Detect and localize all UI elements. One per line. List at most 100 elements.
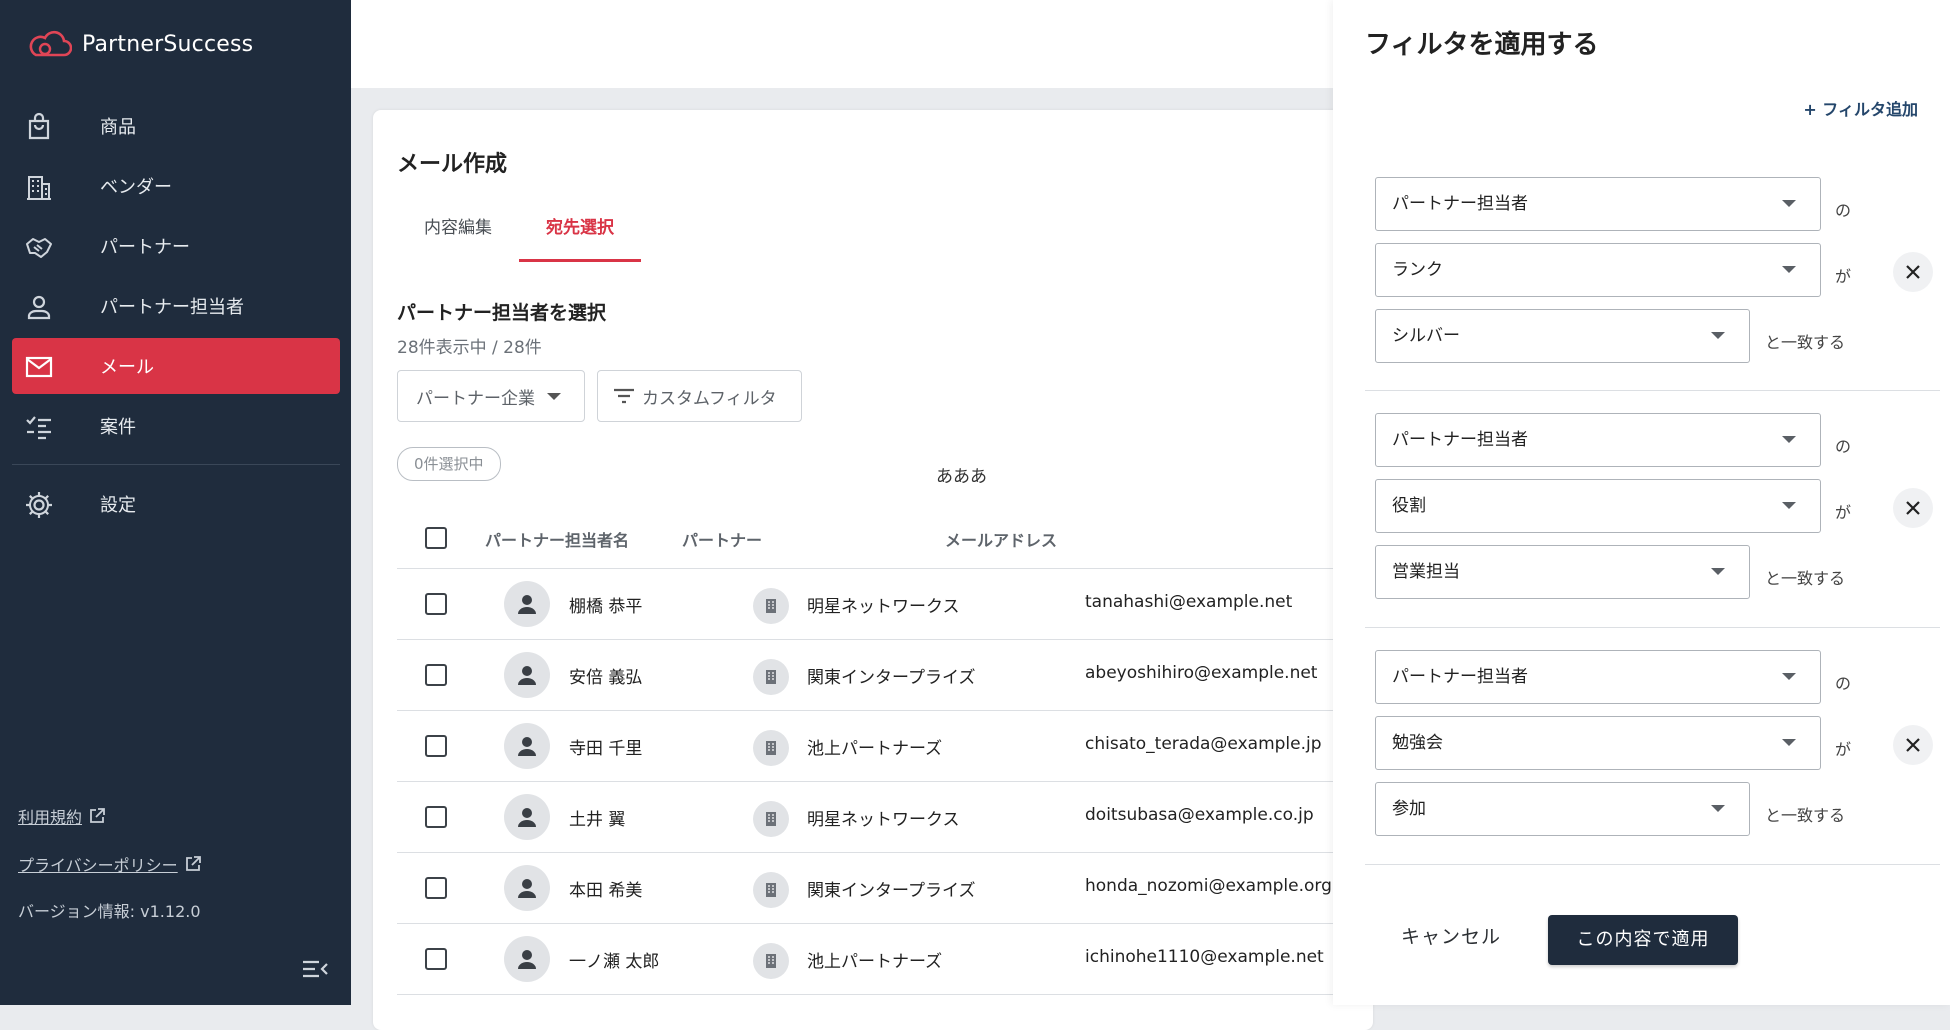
table-row[interactable]: 土井 翼 明星ネットワークス doitsubasa@example.co.jp — [397, 782, 1373, 853]
caret-down-icon — [1782, 673, 1796, 680]
note-text: あああ — [936, 467, 987, 487]
person-icon — [518, 879, 536, 898]
tab-bar: 内容編集 宛先選択 — [397, 202, 641, 262]
entity-select-value: パートナー担当者 — [1392, 194, 1528, 214]
connector-ga: が — [1835, 503, 1852, 522]
row-checkbox[interactable] — [425, 806, 447, 828]
contact-name: 土井 翼 — [569, 810, 626, 830]
value-select[interactable]: 営業担当 — [1375, 545, 1750, 599]
tab-recipient-select[interactable]: 宛先選択 — [519, 202, 641, 262]
row-checkbox[interactable] — [425, 877, 447, 899]
sidebar-nav: 商品 ベンダー パートナー パートナー担当者 メール 案件 — [12, 98, 340, 458]
email-address: doitsubasa@example.co.jp — [1085, 805, 1314, 825]
external-link-icon — [185, 856, 201, 871]
company-icon — [753, 872, 789, 908]
remove-filter-button[interactable] — [1893, 725, 1933, 765]
caret-down-icon — [1711, 332, 1725, 339]
table-row[interactable]: 安倍 義弘 関東インタープライズ abeyoshihiro@example.ne… — [397, 640, 1373, 711]
sidebar-item-label: ベンダー — [100, 177, 172, 198]
field-select-value: 勉強会 — [1392, 733, 1443, 753]
sidebar-item-products[interactable]: 商品 — [12, 98, 340, 154]
table-row[interactable]: 棚橋 恭平 明星ネットワークス tanahashi@example.net — [397, 569, 1373, 640]
sidebar-item-vendors[interactable]: ベンダー — [12, 158, 340, 214]
section-title: パートナー担当者を選択 — [397, 302, 607, 324]
field-select[interactable]: ランク — [1375, 243, 1821, 297]
sidebar-item-label: 設定 — [100, 495, 136, 516]
entity-select[interactable]: パートナー担当者 — [1375, 650, 1821, 704]
sidebar-item-mail[interactable]: メール — [12, 338, 340, 394]
field-select[interactable]: 役割 — [1375, 479, 1821, 533]
avatar — [504, 723, 550, 769]
custom-filter-button[interactable]: カスタムフィルタ — [597, 370, 802, 422]
company-icon — [753, 588, 789, 624]
version-info: バージョン情報: v1.12.0 — [18, 902, 201, 921]
tab-content-edit[interactable]: 内容編集 — [397, 202, 519, 262]
row-checkbox[interactable] — [425, 735, 447, 757]
apply-button[interactable]: この内容で適用 — [1548, 915, 1738, 965]
company-icon — [753, 730, 789, 766]
remove-filter-button[interactable] — [1893, 488, 1933, 528]
entity-select-value: パートナー担当者 — [1392, 430, 1528, 450]
field-select-value: 役割 — [1392, 496, 1426, 516]
avatar — [504, 581, 550, 627]
entity-select[interactable]: パートナー担当者 — [1375, 177, 1821, 231]
partner-name: 関東インタープライズ — [807, 668, 976, 688]
sidebar-item-label: 商品 — [100, 117, 136, 138]
person-icon — [518, 737, 536, 756]
table-row[interactable]: 一ノ瀬 太郎 池上パートナーズ ichinohe1110@example.net — [397, 924, 1373, 995]
sidebar-item-partners[interactable]: パートナー — [12, 218, 340, 274]
caret-down-icon — [1782, 266, 1796, 273]
table-row[interactable]: 本田 希美 関東インタープライズ honda_nozomi@example.or… — [397, 853, 1373, 924]
connector-match: と一致する — [1765, 806, 1846, 825]
filter-group: パートナー担当者 の 役割 が 営業担当 と一致する — [1365, 413, 1940, 649]
value-select[interactable]: シルバー — [1375, 309, 1750, 363]
select-all-checkbox[interactable] — [425, 527, 447, 549]
person-icon — [24, 292, 54, 322]
value-select[interactable]: 参加 — [1375, 782, 1750, 836]
partner-name: 関東インタープライズ — [807, 881, 976, 901]
sidebar-item-label: パートナー担当者 — [100, 297, 244, 318]
row-checkbox[interactable] — [425, 948, 447, 970]
sidebar-item-settings[interactable]: 設定 — [12, 476, 340, 532]
cancel-button[interactable]: キャンセル — [1401, 922, 1501, 949]
contact-name: 寺田 千里 — [569, 739, 643, 759]
email-address: tanahashi@example.net — [1085, 592, 1293, 612]
company-icon — [753, 659, 789, 695]
add-filter-button[interactable]: + フィルタ追加 — [1803, 96, 1918, 120]
building-icon — [766, 670, 776, 684]
avatar — [504, 865, 550, 911]
collapse-menu-icon — [303, 960, 328, 978]
person-icon — [518, 666, 536, 685]
table-row[interactable]: 寺田 千里 池上パートナーズ chisato_terada@example.jp — [397, 711, 1373, 782]
connector-ga: が — [1835, 740, 1852, 759]
caret-down-icon — [1782, 200, 1796, 207]
partner-name: 池上パートナーズ — [807, 739, 943, 759]
connector-ga: が — [1835, 267, 1852, 286]
value-select-value: 営業担当 — [1392, 562, 1460, 582]
avatar — [504, 936, 550, 982]
app-logo[interactable]: PartnerSuccess — [28, 24, 253, 64]
privacy-link-label: プライバシーポリシー — [18, 856, 178, 875]
building-icon — [766, 599, 776, 613]
value-select-value: シルバー — [1392, 326, 1460, 346]
row-checkbox[interactable] — [425, 664, 447, 686]
privacy-policy-link[interactable]: プライバシーポリシー — [18, 852, 202, 876]
filter-panel-title: フィルタを適用する — [1365, 30, 1599, 60]
sidebar-item-partner-contacts[interactable]: パートナー担当者 — [12, 278, 340, 334]
partner-company-filter-label: パートナー企業 — [416, 388, 535, 409]
collapse-sidebar-button[interactable] — [300, 956, 330, 982]
terms-link[interactable]: 利用規約 — [18, 804, 106, 828]
field-select-value: ランク — [1392, 260, 1443, 280]
building-icon — [766, 954, 776, 968]
field-select[interactable]: 勉強会 — [1375, 716, 1821, 770]
sidebar-item-label: メール — [100, 357, 154, 378]
entity-select[interactable]: パートナー担当者 — [1375, 413, 1821, 467]
row-checkbox[interactable] — [425, 593, 447, 615]
partner-company-filter-dropdown[interactable]: パートナー企業 — [397, 370, 585, 422]
remove-filter-button[interactable] — [1893, 252, 1933, 292]
sidebar: PartnerSuccess 商品 ベンダー パートナー パートナー担当者 メー… — [0, 0, 351, 1005]
connector-match: と一致する — [1765, 569, 1846, 588]
connector-of: の — [1835, 437, 1852, 456]
entity-select-value: パートナー担当者 — [1392, 667, 1528, 687]
sidebar-item-deals[interactable]: 案件 — [12, 398, 340, 454]
